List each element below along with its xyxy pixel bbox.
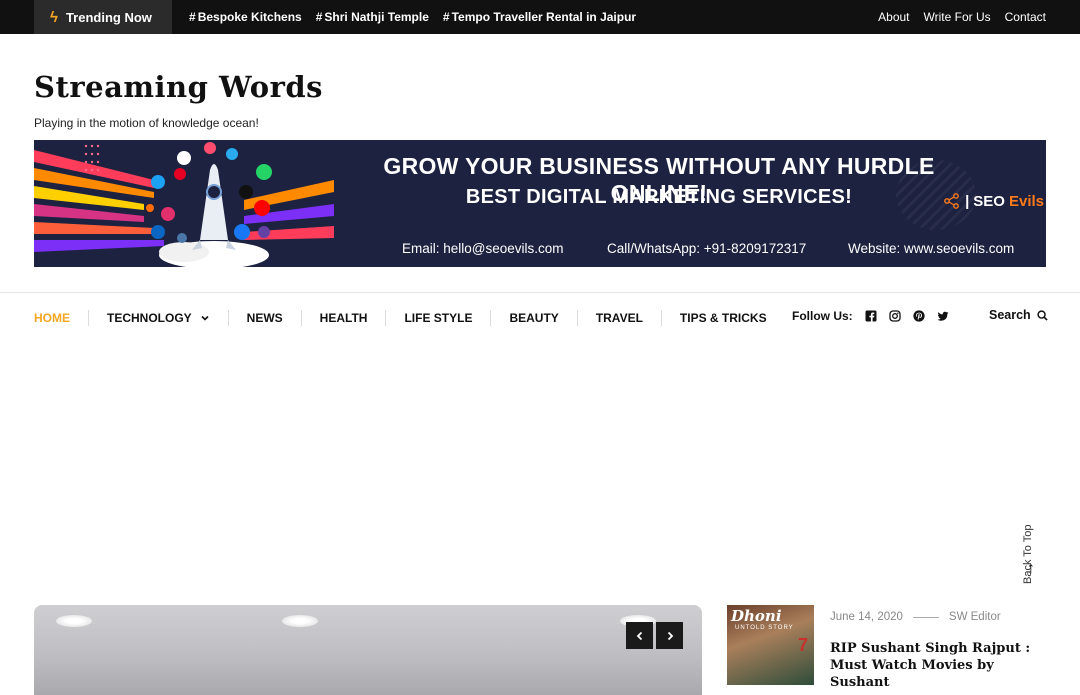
twitter-icon[interactable] — [936, 310, 949, 322]
follow-us: Follow Us: — [792, 309, 949, 323]
trending-tag-tempo-traveller[interactable]: # Tempo Traveller Rental in Jaipur — [443, 10, 636, 24]
nav-item-travel[interactable]: TRAVEL — [576, 310, 661, 326]
banner-website: Website: www.seoevils.com — [848, 241, 1015, 256]
post-title[interactable]: RIP Sushant Singh Rajput : Must Watch Mo… — [830, 640, 1045, 691]
featured-slider[interactable] — [34, 605, 702, 695]
nav-item-life-style[interactable]: LIFE STYLE — [385, 310, 490, 326]
ceiling-light — [56, 615, 92, 627]
trending-tag-bespoke-kitchens[interactable]: # Bespoke Kitchens — [189, 10, 302, 24]
trending-label: Trending Now — [65, 9, 152, 25]
search-button[interactable]: Search — [989, 308, 1048, 322]
follow-us-label: Follow Us: — [792, 309, 853, 323]
banner-phone: Call/WhatsApp: +91-8209172317 — [607, 241, 807, 256]
meta-divider — [912, 616, 939, 618]
post-date[interactable]: June 14, 2020 — [830, 611, 903, 623]
thumbnail-title: Dhoni — [731, 607, 782, 625]
instagram-icon[interactable] — [889, 310, 901, 322]
nav-item-health[interactable]: HEALTH — [300, 310, 386, 326]
seoevils-logo: | SEO Evils — [943, 192, 1044, 210]
hash-icon: # — [315, 10, 323, 24]
back-to-top-label: Back To Top — [1022, 524, 1034, 584]
nav-item-news[interactable]: NEWS — [227, 310, 301, 326]
back-to-top-button[interactable]: ↑ Back To Top — [1022, 524, 1042, 660]
trending-tags: # Bespoke Kitchens # Shri Nathji Temple # T… — [189, 0, 636, 34]
banner-subheadline: BEST DIGITAL MARKETING SERVICES! — [465, 186, 853, 208]
social-media-rocket-illustration — [34, 140, 334, 267]
write-for-us-link[interactable]: Write For Us — [924, 10, 991, 24]
ceiling-light — [282, 615, 318, 627]
lightning-icon: ϟ — [50, 8, 58, 26]
post-meta: June 14, 2020 SW Editor — [830, 611, 1001, 623]
chevron-left-icon — [636, 631, 642, 640]
site-tagline: Playing in the motion of knowledge ocean… — [34, 116, 259, 130]
thumbnail-jersey-number: 7 — [797, 635, 808, 655]
network-icon — [944, 193, 959, 209]
main-nav: HOME TECHNOLOGY NEWS HEALTH LIFE STYLE B… — [34, 310, 785, 326]
slider-next-button[interactable] — [656, 622, 683, 649]
post-author[interactable]: SW Editor — [949, 611, 1001, 623]
nav-item-technology[interactable]: TECHNOLOGY — [88, 310, 228, 326]
post-thumbnail[interactable]: Dhoni UNTOLD STORY 7 — [727, 605, 814, 685]
hash-icon: # — [189, 10, 196, 24]
chevron-right-icon — [667, 631, 673, 640]
chevron-down-icon — [201, 315, 209, 321]
trending-now-badge: ϟ Trending Now — [34, 0, 172, 34]
about-link[interactable]: About — [878, 10, 909, 24]
nav-divider — [0, 292, 1080, 293]
slider-prev-button[interactable] — [626, 622, 653, 649]
top-links: About Write For Us Contact — [878, 0, 1046, 34]
advertisement-banner[interactable]: GROW YOUR BUSINESS WITHOUT ANY HURDLE ON… — [34, 140, 1046, 267]
hash-icon: # — [442, 10, 450, 24]
search-icon — [1037, 309, 1048, 321]
nav-item-home[interactable]: HOME — [34, 310, 88, 326]
facebook-icon[interactable] — [865, 310, 877, 322]
banner-email: Email: hello@seoevils.com — [402, 241, 564, 256]
contact-link[interactable]: Contact — [1005, 10, 1046, 24]
top-bar: ϟ Trending Now # Bespoke Kitchens # Shri N… — [0, 0, 1080, 34]
thumbnail-subtitle: UNTOLD STORY — [735, 625, 794, 631]
nav-item-tips-tricks[interactable]: TIPS & TRICKS — [660, 310, 785, 326]
pinterest-icon[interactable] — [913, 310, 925, 322]
trending-tag-shri-nathji-temple[interactable]: # Shri Nathji Temple — [316, 10, 429, 24]
nav-item-beauty[interactable]: BEAUTY — [490, 310, 576, 326]
site-title[interactable]: Streaming Words — [34, 70, 323, 104]
